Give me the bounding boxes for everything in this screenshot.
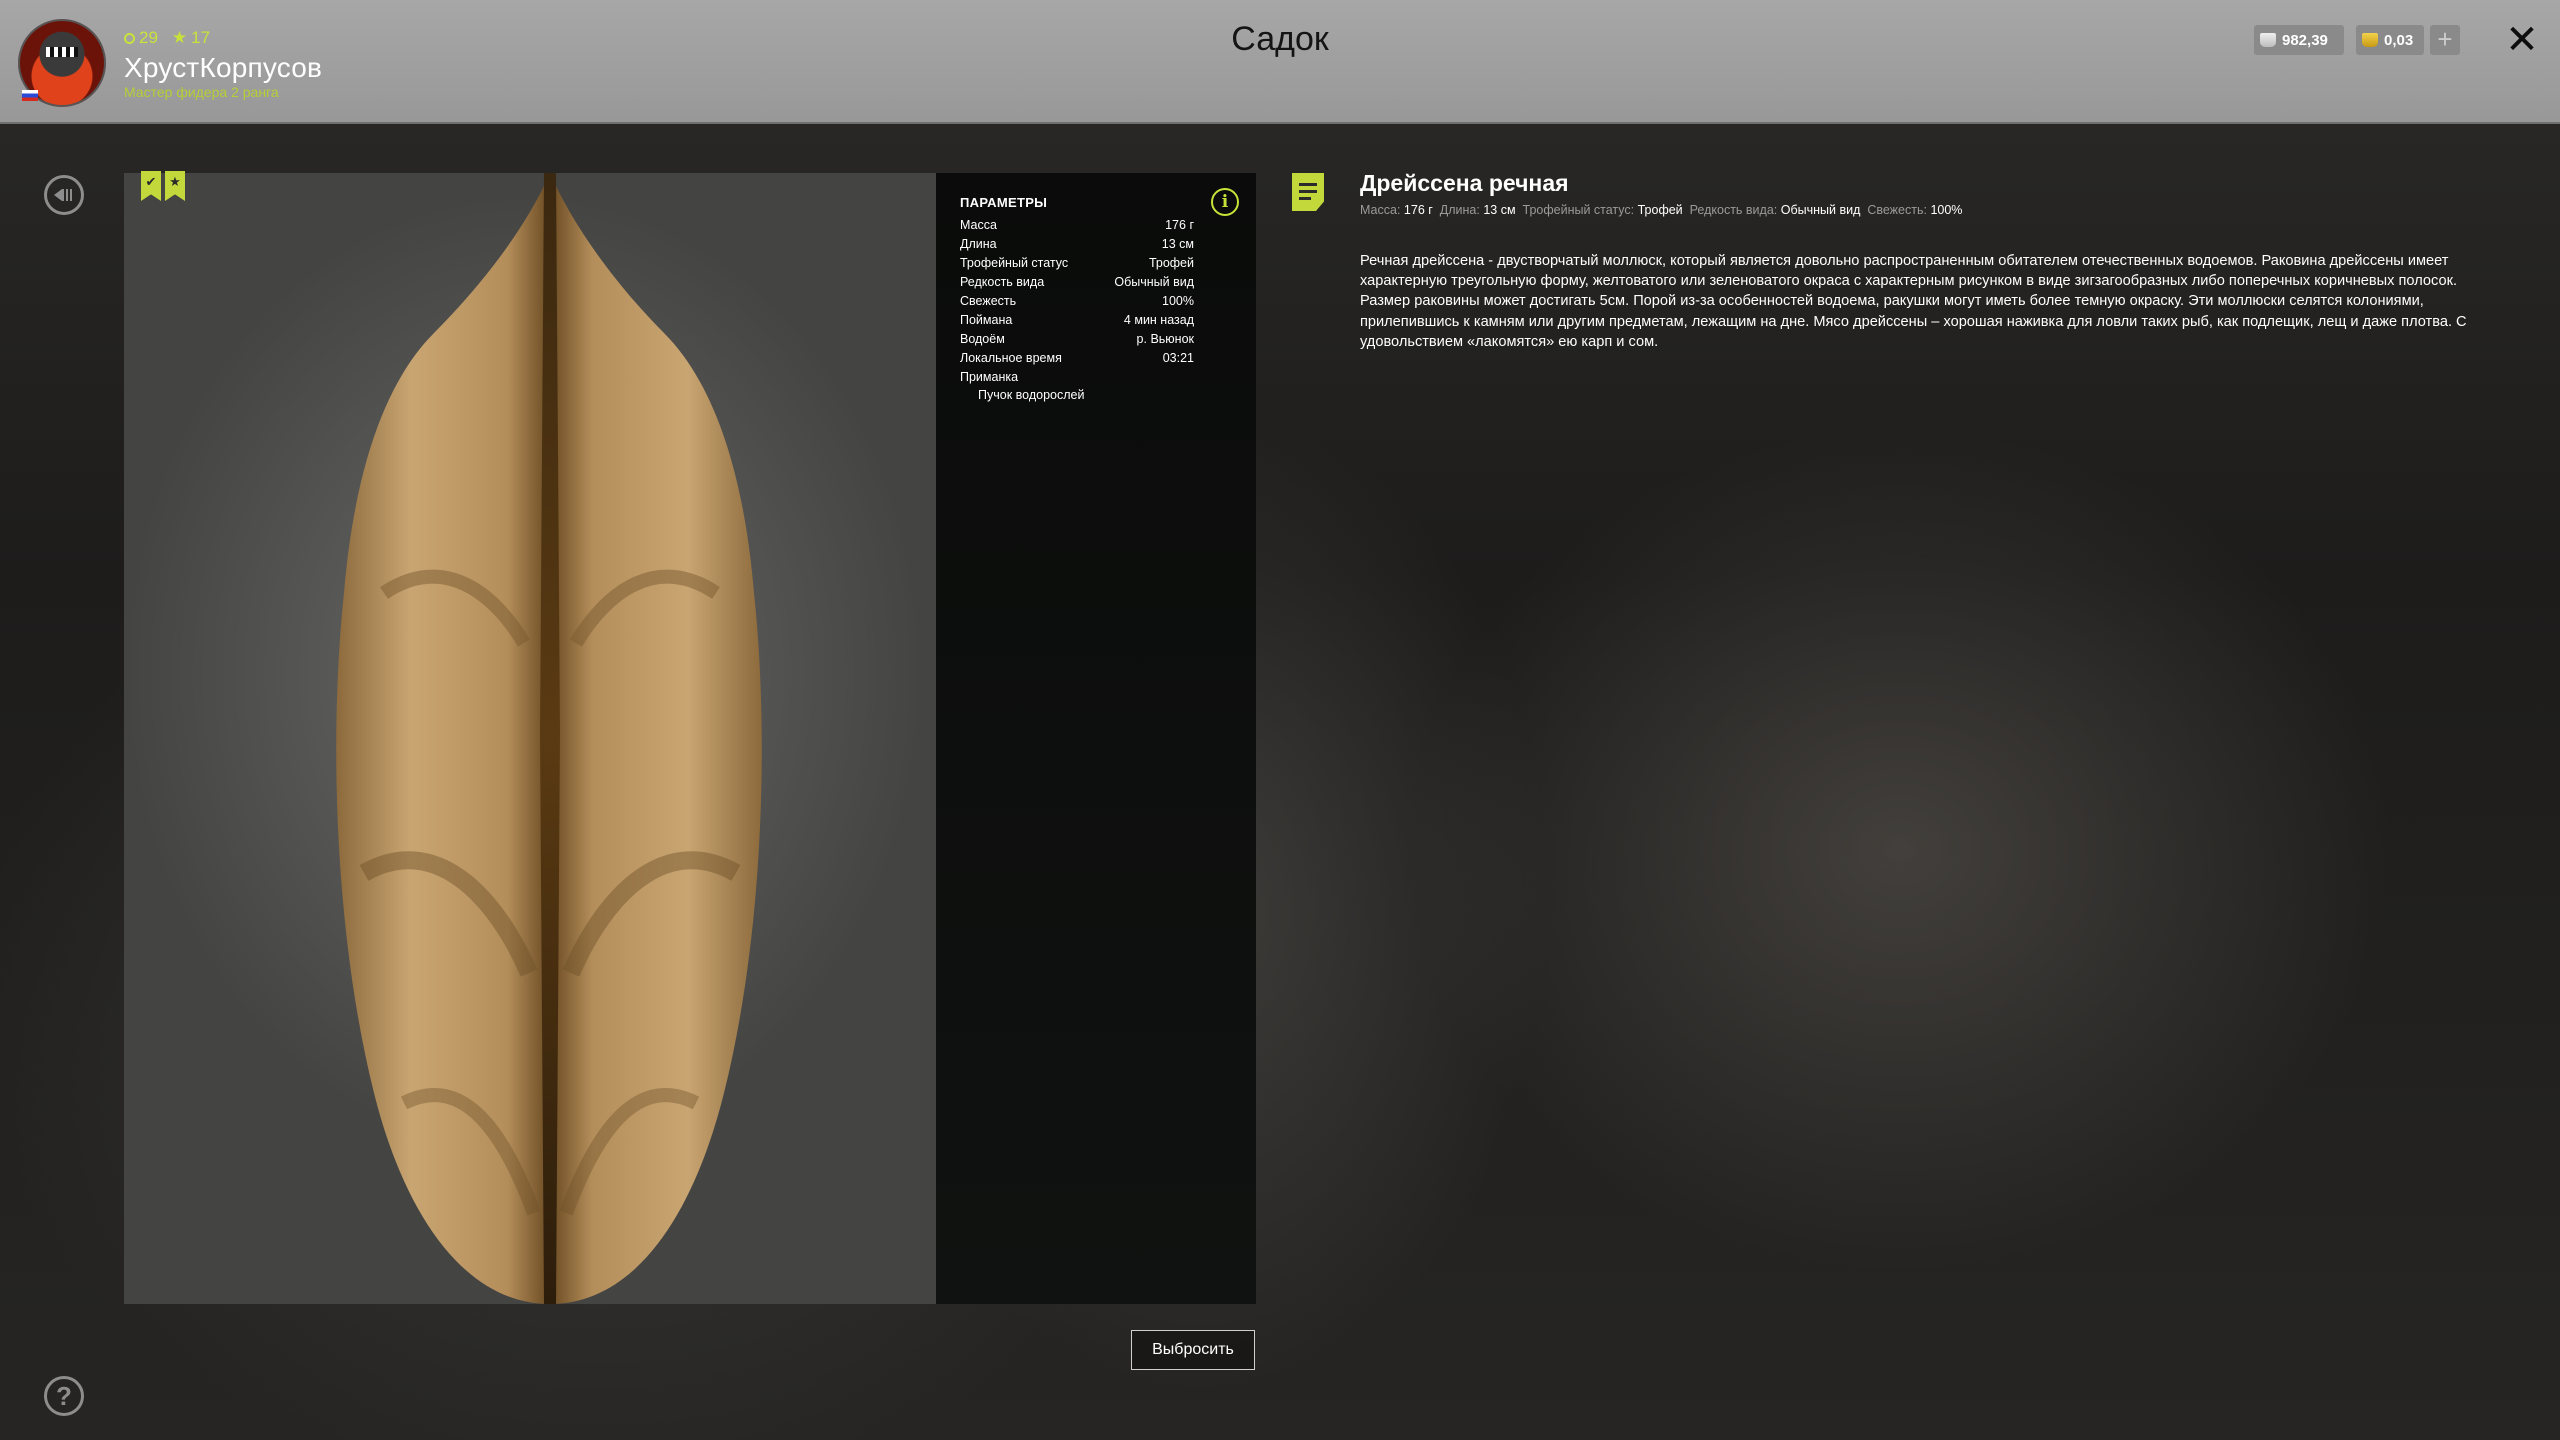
gold-amount: 0,03 [2384, 31, 2414, 49]
close-button[interactable]: ✕ [2502, 20, 2542, 60]
info-icon[interactable]: i [1211, 188, 1239, 216]
silver-coin-icon [2260, 33, 2276, 47]
flag-icon [22, 90, 38, 101]
silver-balance: 982,39 [2254, 25, 2344, 55]
param-row: Длина 13 см [960, 237, 1194, 251]
back-bars-icon [62, 189, 74, 201]
param-row: Масса 176 г [960, 218, 1194, 232]
param-row: Локальное время 03:21 [960, 351, 1194, 365]
back-button[interactable] [44, 175, 84, 215]
gold-balance: 0,03 [2356, 25, 2424, 55]
parameters-panel: ПАРАМЕТРЫ Масса 176 г Длина 13 см Трофейны… [936, 173, 1256, 1304]
param-row: Трофейный статус Трофей [960, 256, 1194, 270]
player-rank: Мастер фидера 2 ранга [124, 84, 279, 100]
param-row: Водоём р. Вьюнок [960, 332, 1194, 346]
mussel-shell-image [336, 173, 762, 1304]
help-button[interactable]: ? [44, 1376, 84, 1416]
species-meta: Масса: 176 г Длина: 13 см Трофейный стат… [1360, 203, 1963, 217]
param-row: Поймана 4 мин назад [960, 313, 1194, 327]
discard-button[interactable]: Выбросить [1131, 1330, 1255, 1370]
add-currency-button[interactable]: + [2430, 25, 2460, 55]
note-line [1299, 190, 1317, 193]
gold-coin-icon [2362, 33, 2378, 47]
param-row: Свежесть 100% [960, 294, 1194, 308]
bait-value: Пучок водорослей [978, 388, 1085, 402]
page-title: Садок [1231, 20, 1329, 58]
back-arrow-icon [54, 189, 62, 201]
top-bar: 29 ★ 17 ХрустКорпусов Мастер фидера 2 ран… [0, 0, 2560, 124]
description-note-icon [1292, 173, 1324, 211]
note-line [1299, 183, 1317, 186]
param-row: Редкость вида Обычный вид [960, 275, 1194, 289]
parameters-title: ПАРАМЕТРЫ [960, 195, 1048, 210]
species-name: Дрейссена речная [1360, 170, 1569, 196]
silver-amount: 982,39 [2282, 31, 2328, 49]
species-description: Речная дрейссена - двустворчатый моллюск… [1360, 253, 2467, 350]
note-line [1299, 197, 1311, 200]
bait-label: Приманка [960, 370, 1019, 384]
catch-3d-viewer[interactable] [124, 173, 936, 1304]
